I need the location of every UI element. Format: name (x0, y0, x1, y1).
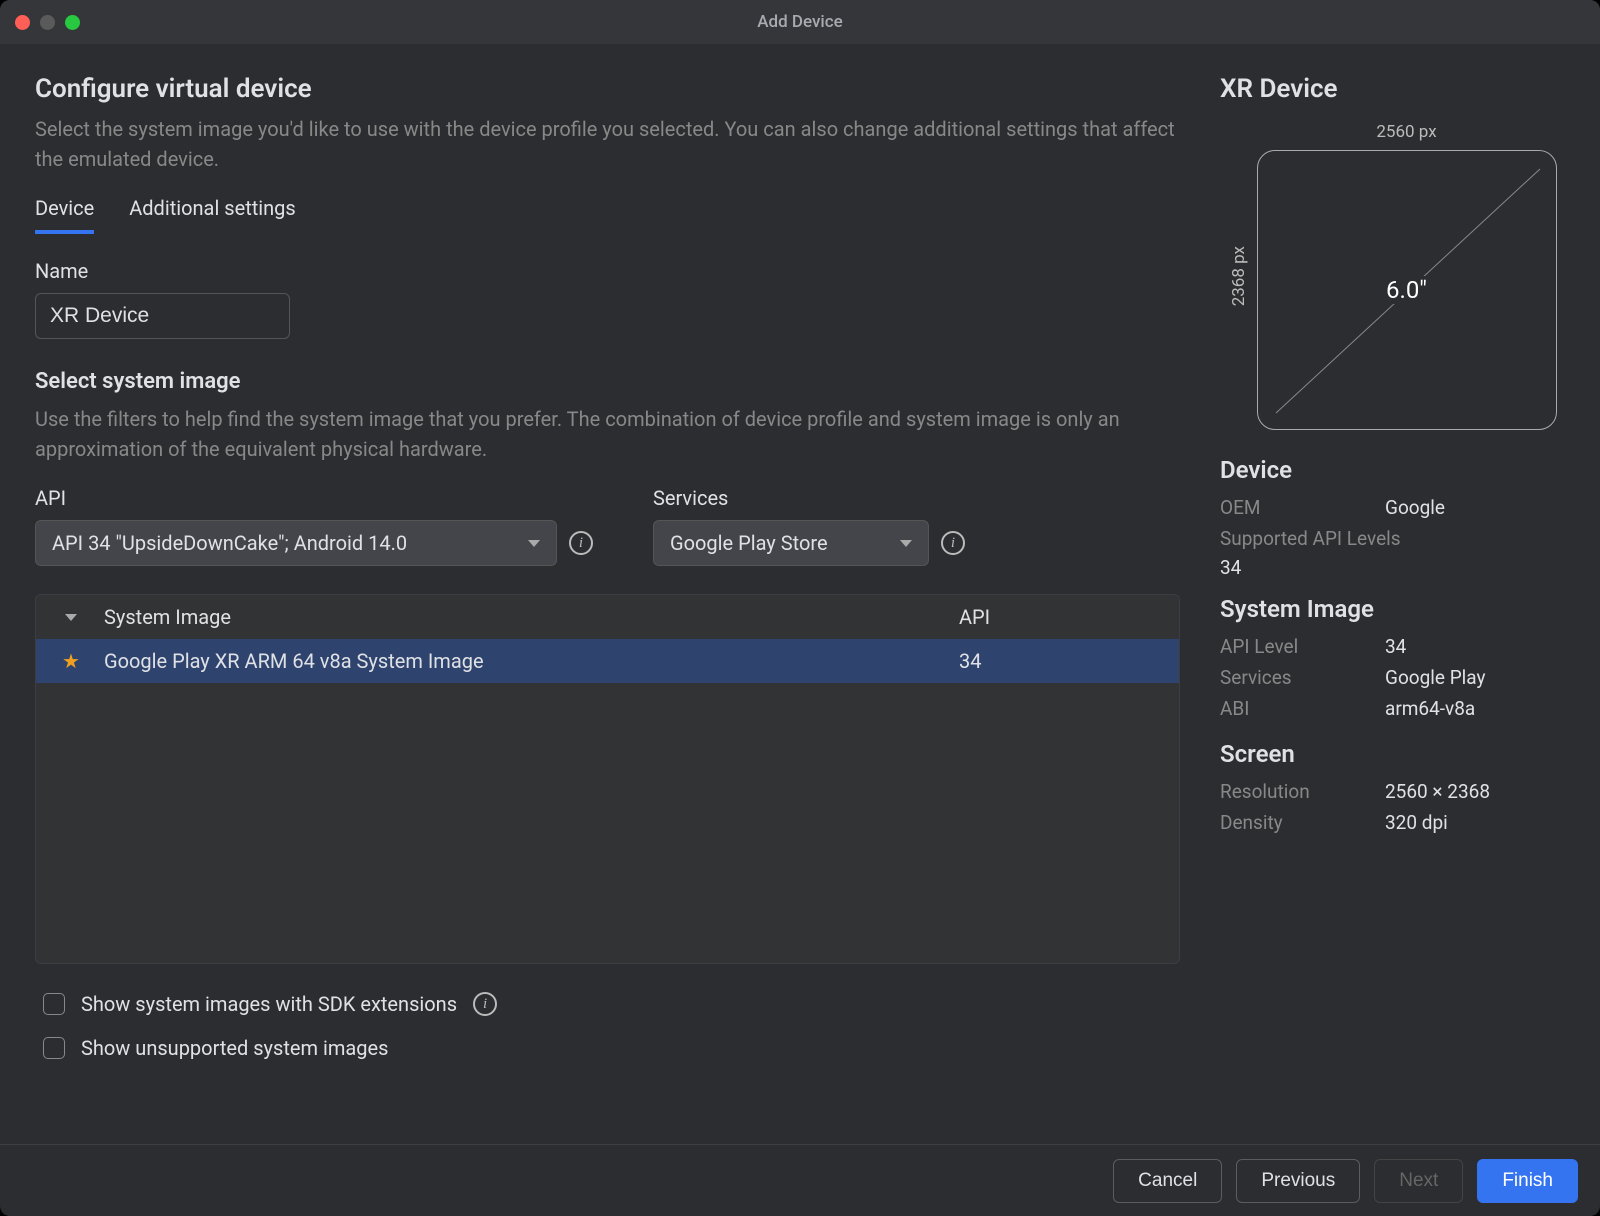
spec-val: 320 dpi (1385, 811, 1448, 834)
api-filter-label: API (35, 486, 593, 510)
preview-height-label: 2368 px (1229, 246, 1249, 306)
preview-box: 6.0" (1257, 150, 1557, 430)
spec-heading: System Image (1220, 595, 1565, 623)
close-window-button[interactable] (15, 15, 30, 30)
tabs: Device Additional settings (35, 196, 1180, 235)
dialog-footer: Cancel Previous Next Finish (0, 1144, 1600, 1216)
window-title: Add Device (757, 12, 843, 32)
col-header-api[interactable]: API (959, 605, 1159, 629)
info-icon[interactable]: i (473, 992, 497, 1016)
preview-diagonal: 6.0" (1382, 276, 1431, 304)
col-header-name[interactable]: System Image (104, 605, 941, 629)
zoom-window-button[interactable] (65, 15, 80, 30)
spec-key: ABI (1220, 697, 1385, 720)
checkbox-label: Show unsupported system images (81, 1036, 388, 1060)
checkbox-sdk-ext[interactable]: Show system images with SDK extensions i (35, 982, 1180, 1026)
spec-val: 2560 × 2368 (1385, 780, 1490, 803)
spec-key: Resolution (1220, 780, 1385, 803)
previous-button[interactable]: Previous (1236, 1159, 1360, 1203)
preview-width-label: 2560 px (1376, 122, 1436, 142)
checkbox-label: Show system images with SDK extensions (81, 992, 457, 1016)
title-bar: Add Device (0, 0, 1600, 44)
spec-val: 34 (1385, 635, 1406, 658)
checkbox-icon (43, 1037, 65, 1059)
spec-key: OEM (1220, 496, 1385, 519)
spec-val: 34 (1220, 556, 1565, 579)
info-icon[interactable]: i (941, 531, 965, 555)
page-subtitle: Select the system image you'd like to us… (35, 114, 1180, 174)
services-filter-label: Services (653, 486, 965, 510)
tab-additional-settings[interactable]: Additional settings (129, 196, 296, 234)
star-icon: ★ (62, 649, 80, 673)
filters-row: API API 34 "UpsideDownCake"; Android 14.… (35, 486, 1180, 566)
select-image-desc: Use the filters to help find the system … (35, 404, 1180, 464)
row-name: Google Play XR ARM 64 v8a System Image (104, 649, 941, 673)
main-panel: Configure virtual device Select the syst… (35, 74, 1180, 1134)
spec-val: arm64-v8a (1385, 697, 1475, 720)
checkbox-icon (43, 993, 65, 1015)
spec-val: Google Play (1385, 666, 1485, 689)
minimize-window-button[interactable] (40, 15, 55, 30)
tab-device[interactable]: Device (35, 196, 94, 234)
checkbox-unsupported[interactable]: Show unsupported system images (35, 1026, 1180, 1070)
table-row[interactable]: ★ Google Play XR ARM 64 v8a System Image… (36, 639, 1179, 683)
spec-key: Services (1220, 666, 1385, 689)
spec-device: Device OEM Google Supported API Levels 3… (1220, 456, 1565, 579)
services-filter: Services Google Play Store i (653, 486, 965, 566)
row-api: 34 (959, 649, 1159, 673)
table-header: System Image API (36, 595, 1179, 639)
spec-heading: Screen (1220, 740, 1565, 768)
chevron-down-icon (65, 614, 77, 621)
spec-heading: Device (1220, 456, 1565, 484)
info-icon[interactable]: i (569, 531, 593, 555)
spec-key: Supported API Levels (1220, 527, 1401, 550)
services-select[interactable]: Google Play Store (653, 520, 929, 566)
api-select[interactable]: API 34 "UpsideDownCake"; Android 14.0 (35, 520, 557, 566)
window-controls (15, 15, 80, 30)
expand-toggle[interactable] (56, 614, 86, 621)
dialog-window: Add Device Configure virtual device Sele… (0, 0, 1600, 1216)
spec-system-image: System Image API Level 34 Services Googl… (1220, 595, 1565, 724)
page-title: Configure virtual device (35, 74, 1180, 104)
spec-key: API Level (1220, 635, 1385, 658)
spec-key: Density (1220, 811, 1385, 834)
device-preview: 2368 px 2560 px 6.0" (1220, 122, 1565, 430)
finish-button[interactable]: Finish (1477, 1159, 1578, 1203)
spec-val: Google (1385, 496, 1445, 519)
cancel-button[interactable]: Cancel (1113, 1159, 1222, 1203)
api-select-value: API 34 "UpsideDownCake"; Android 14.0 (52, 531, 407, 555)
spec-screen: Screen Resolution 2560 × 2368 Density 32… (1220, 740, 1565, 838)
side-title: XR Device (1220, 74, 1565, 104)
name-input[interactable] (35, 293, 290, 339)
api-filter: API API 34 "UpsideDownCake"; Android 14.… (35, 486, 593, 566)
name-label: Name (35, 259, 1180, 283)
system-image-table: System Image API ★ Google Play XR ARM 64… (36, 595, 1179, 963)
services-select-value: Google Play Store (670, 531, 828, 555)
side-panel: XR Device 2368 px 2560 px 6.0" Device O (1220, 74, 1565, 1134)
next-button: Next (1374, 1159, 1463, 1203)
chevron-down-icon (900, 540, 912, 547)
select-image-title: Select system image (35, 369, 1180, 394)
chevron-down-icon (528, 540, 540, 547)
dialog-body: Configure virtual device Select the syst… (0, 44, 1600, 1144)
